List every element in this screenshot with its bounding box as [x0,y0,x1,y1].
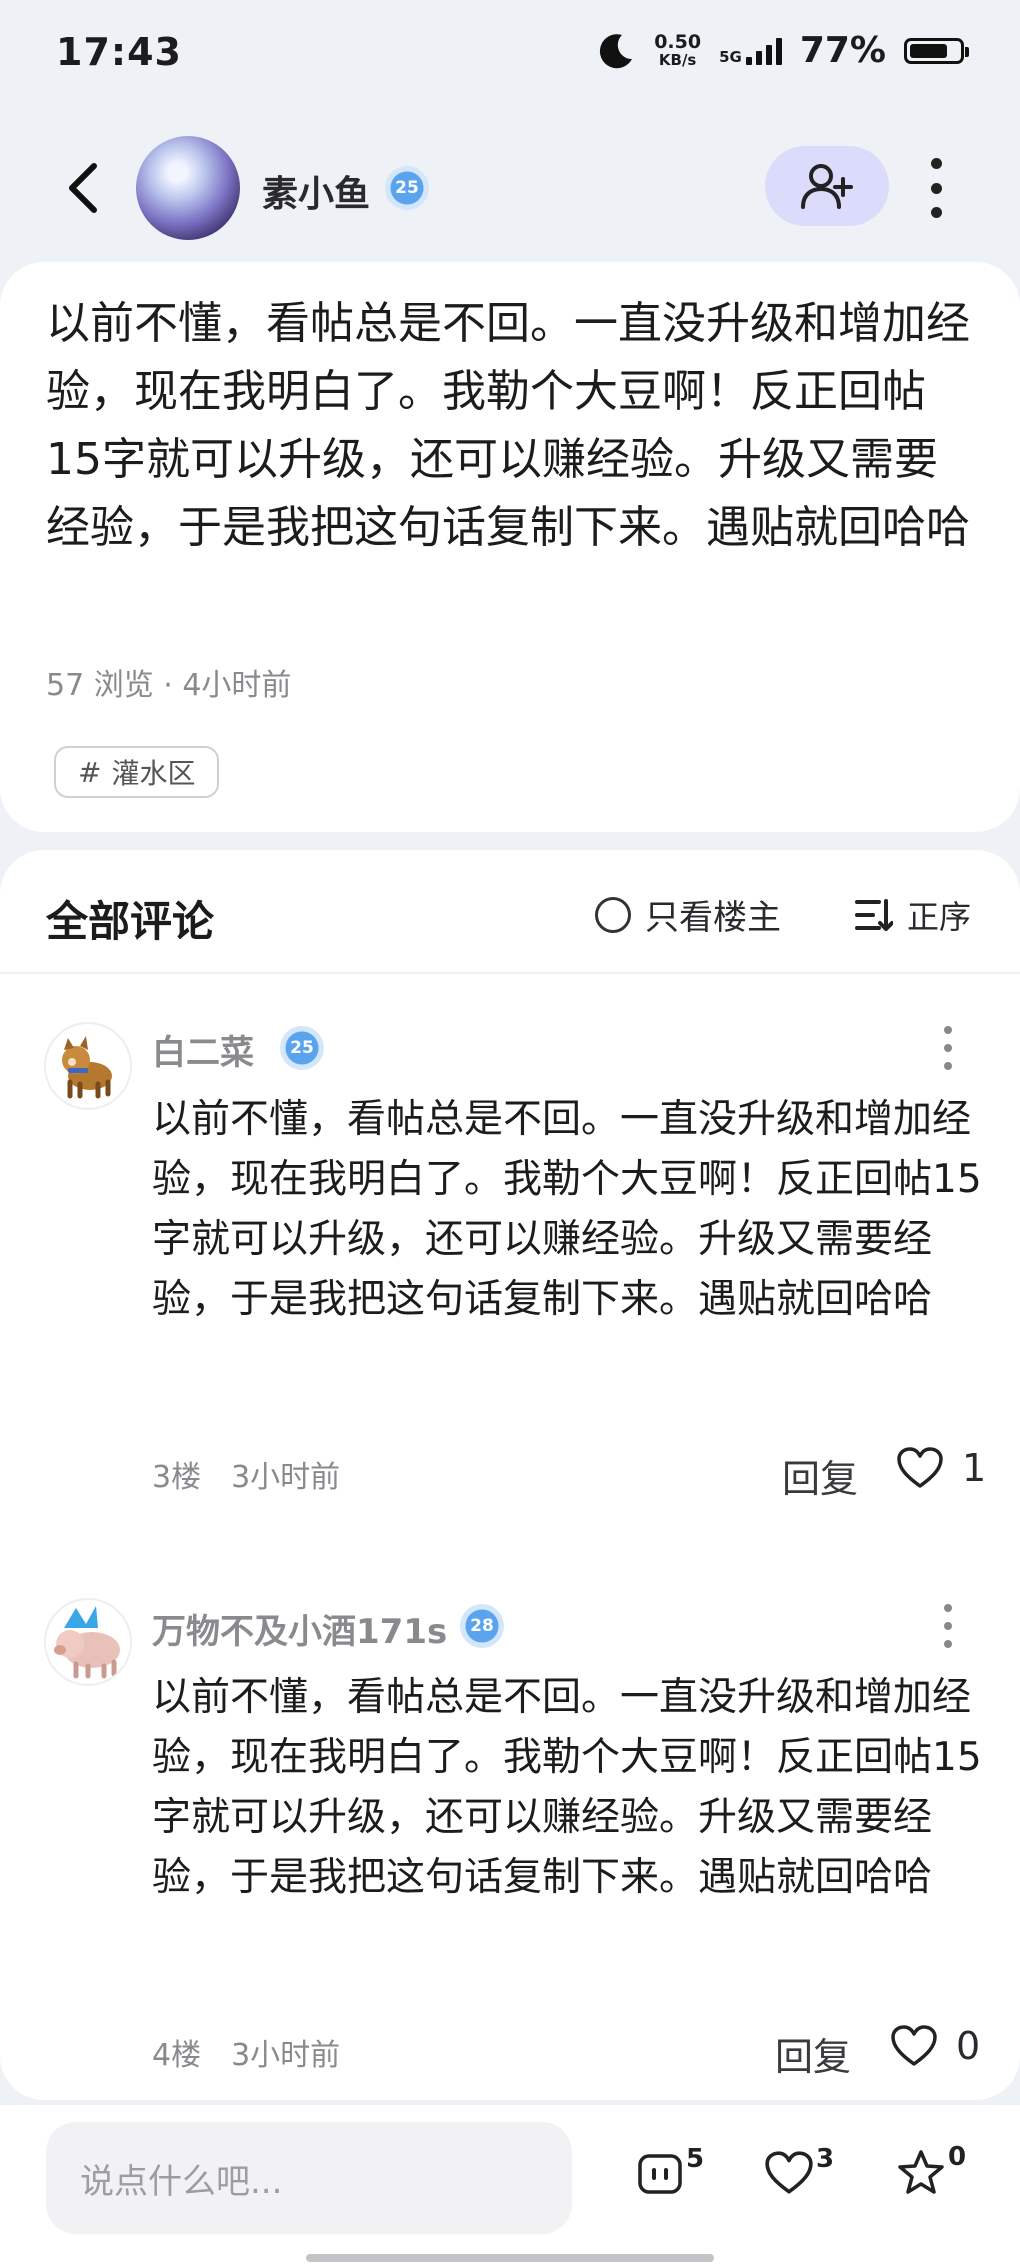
only-owner-label: 只看楼主 [645,898,781,938]
network-speed: 0.50 KB/s [654,30,702,69]
author-avatar[interactable] [136,136,240,240]
like-button[interactable]: 3 [764,2144,834,2196]
signal-bars-icon [745,37,782,65]
reply-button[interactable]: 回复 [782,1448,858,1503]
heart-icon [765,2151,813,2194]
star-icon [898,2150,944,2194]
comment-avatar[interactable] [44,1598,132,1686]
hash-icon: # [78,755,102,789]
comment-author[interactable]: 白二菜 [152,1025,254,1074]
comment-content: 以前不懂，看帖总是不回。一直没升级和增加经验，现在我明白了。我勒个大豆啊！反正回… [152,1097,982,1322]
comment-time: 3小时前 [231,2038,341,2073]
comment-like-button[interactable]: 1 [896,1446,986,1490]
sort-icon [855,899,893,931]
comment-more-button[interactable] [942,1026,954,1070]
signal: 5G [719,37,782,65]
follow-button[interactable] [765,146,889,226]
comment-like-button[interactable]: 0 [890,2024,980,2068]
comment-footer: 3楼 3小时前 [152,1452,340,1496]
comment-like-count: 0 [956,2024,981,2068]
author-level-badge: 25 [385,166,429,210]
comment-time: 3小时前 [231,1460,341,1495]
more-dot [930,207,942,218]
comment-avatar[interactable] [44,1022,132,1110]
add-user-icon [801,164,853,209]
favorite-button[interactable]: 0 [896,2142,966,2198]
comments-title: 全部评论 [46,897,215,946]
topic-tag[interactable]: # 灌水区 [54,746,220,798]
like-count: 3 [816,2144,835,2174]
chevron-left-icon [69,163,97,213]
status-time: 17:43 [56,30,182,74]
comment-content: 以前不懂，看帖总是不回。一直没升级和增加经验，现在我明白了。我勒个大豆啊！反正回… [152,1675,982,1900]
topic-tag-label: 灌水区 [111,757,196,790]
comment-like-count: 1 [962,1446,987,1490]
sort-button[interactable]: 正序 [855,892,971,938]
favorite-count: 0 [948,2142,967,2172]
sort-label: 正序 [907,898,972,936]
moon-icon [600,33,633,68]
home-indicator [306,2254,714,2262]
comment-icon [638,2154,682,2194]
more-options-button[interactable] [918,158,954,218]
battery-icon [904,37,969,64]
more-dot [930,158,942,169]
comment-more-button[interactable] [942,1604,954,1648]
battery-fill [910,43,947,58]
status-icons: 0.50 KB/s 5G 77% [596,30,969,71]
author-name[interactable]: 素小鱼 [262,165,370,217]
post-content: 以前不懂，看帖总是不回。一直没升级和增加经验，现在我明白了。我勒个大豆啊！反正回… [46,298,970,553]
comment-count: 5 [686,2144,705,2174]
battery-percent: 77% [799,30,886,71]
comment-floor: 3楼 [152,1460,202,1495]
status-bar: 17:43 0.50 KB/s 5G 77% [0,0,1020,110]
dog-avatar-icon [62,1036,112,1099]
back-button[interactable] [58,158,108,218]
more-dot [930,182,942,194]
section-divider [0,972,1020,974]
heart-icon [891,2025,937,2066]
only-owner-toggle[interactable]: 只看楼主 [595,890,781,939]
comment-footer: 4楼 3小时前 [152,2030,340,2074]
post-meta: 57 浏览 · 4小时前 [46,668,292,703]
comment-floor: 4楼 [152,2038,202,2073]
network-type: 5G [719,47,742,66]
comment-count-button[interactable]: 5 [636,2144,704,2198]
radio-icon [595,896,631,933]
pig-avatar-icon [54,1606,120,1679]
reply-button[interactable]: 回复 [775,2026,851,2081]
comment-input[interactable]: 说点什么吧... [46,2122,572,2234]
comment-author[interactable]: 万物不及小酒171s [152,1604,447,1653]
comment-level-badge: 25 [280,1026,324,1070]
comment-level-badge: 28 [460,1604,504,1648]
heart-icon [897,1447,943,1488]
